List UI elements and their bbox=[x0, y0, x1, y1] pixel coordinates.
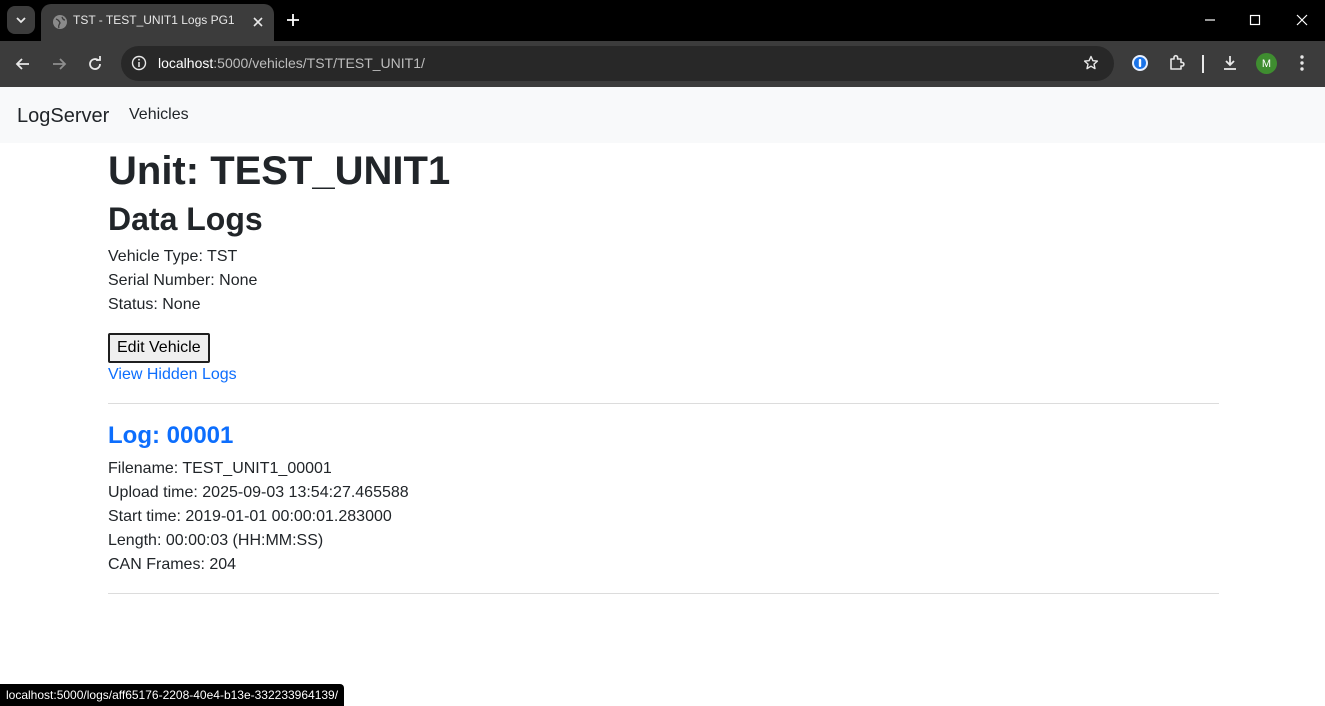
browser-toolbar: localhost:5000/vehicles/TST/TEST_UNIT1/ … bbox=[0, 41, 1325, 87]
browser-tabstrip: TST - TEST_UNIT1 Logs PG1 bbox=[0, 0, 1325, 41]
chevron-down-icon bbox=[16, 17, 26, 24]
password-manager-icon[interactable] bbox=[1130, 53, 1150, 73]
forward-arrow-icon[interactable] bbox=[49, 54, 69, 74]
section-heading: Data Logs bbox=[108, 201, 263, 237]
toolbar-divider bbox=[1202, 55, 1204, 73]
serial-number: Serial Number: None bbox=[108, 272, 258, 289]
vehicle-type: Vehicle Type: TST bbox=[108, 248, 238, 265]
site-navbar: LogServer Vehicles bbox=[0, 87, 1325, 143]
log-can-frames: CAN Frames: 204 bbox=[108, 556, 237, 573]
log-length: Length: 00:00:03 (HH:MM:SS) bbox=[108, 532, 324, 549]
bookmark-star-icon[interactable] bbox=[1082, 54, 1100, 72]
address-bar[interactable]: localhost:5000/vehicles/TST/TEST_UNIT1/ bbox=[121, 46, 1114, 81]
page-title: Unit: TEST_UNIT1 bbox=[108, 149, 451, 193]
maximize-icon[interactable] bbox=[1246, 11, 1264, 29]
new-tab-icon[interactable] bbox=[284, 11, 302, 29]
log-start-time: Start time: 2019-01-01 00:00:01.283000 bbox=[108, 508, 392, 525]
minimize-icon[interactable] bbox=[1201, 11, 1219, 29]
navbar-brand[interactable]: LogServer bbox=[17, 105, 109, 128]
vehicle-status: Status: None bbox=[108, 296, 201, 313]
url-path: :5000/vehicles/TST/TEST_UNIT1/ bbox=[213, 55, 425, 71]
link-status-bar: localhost:5000/logs/aff65176-2208-40e4-b… bbox=[0, 684, 345, 706]
nav-link-vehicles[interactable]: Vehicles bbox=[129, 106, 189, 124]
view-hidden-logs-link[interactable]: View Hidden Logs bbox=[108, 366, 237, 384]
globe-icon bbox=[53, 15, 67, 29]
edit-vehicle-button[interactable]: Edit Vehicle bbox=[108, 333, 210, 363]
tab-title: TST - TEST_UNIT1 Logs PG1 bbox=[73, 13, 235, 27]
tab-search-button[interactable] bbox=[7, 6, 35, 34]
extensions-puzzle-icon[interactable] bbox=[1167, 53, 1187, 73]
download-icon[interactable] bbox=[1220, 53, 1240, 73]
profile-avatar[interactable]: M bbox=[1256, 53, 1277, 74]
log-title-link[interactable]: Log: 00001 bbox=[108, 422, 233, 450]
divider bbox=[108, 593, 1219, 594]
close-window-icon[interactable] bbox=[1293, 11, 1311, 29]
site-info-icon[interactable] bbox=[130, 54, 148, 72]
browser-tab-active[interactable]: TST - TEST_UNIT1 Logs PG1 bbox=[41, 4, 274, 41]
page-viewport: LogServer Vehicles Unit: TEST_UNIT1 Data… bbox=[0, 87, 1325, 706]
reload-icon[interactable] bbox=[85, 54, 105, 74]
log-upload-time: Upload time: 2025-09-03 13:54:27.465588 bbox=[108, 484, 409, 501]
url-host: localhost bbox=[158, 55, 214, 71]
address-url: localhost:5000/vehicles/TST/TEST_UNIT1/ bbox=[158, 55, 425, 71]
divider bbox=[108, 403, 1219, 404]
log-filename: Filename: TEST_UNIT1_00001 bbox=[108, 460, 332, 477]
back-arrow-icon[interactable] bbox=[13, 54, 33, 74]
close-tab-icon[interactable] bbox=[249, 13, 267, 31]
kebab-menu-icon[interactable] bbox=[1292, 53, 1312, 73]
